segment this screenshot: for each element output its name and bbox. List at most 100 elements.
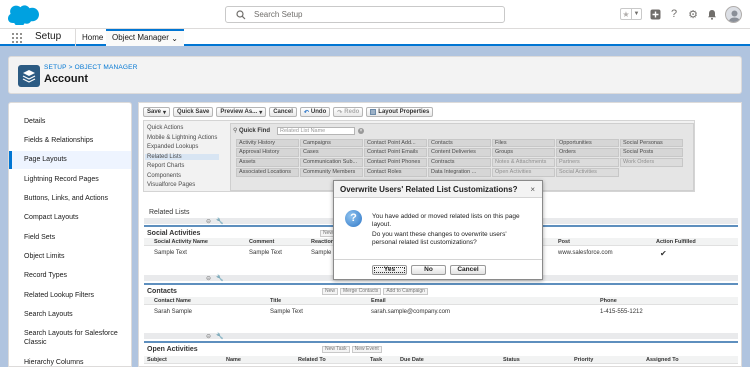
merge-contacts-button: Merge Contacts	[340, 288, 382, 295]
help-icon[interactable]: ?	[668, 8, 680, 20]
palette-field[interactable]: Open Activities	[492, 167, 555, 177]
sidebar-item-details[interactable]: Details	[9, 117, 131, 126]
table-header: Subject Name Related To Task Due Date St…	[144, 356, 738, 364]
palette-field[interactable]: Contracts	[428, 158, 491, 167]
undo-button[interactable]: ↶ Undo	[299, 107, 331, 117]
sidebar-item-label: Search Layouts for Salesforce	[24, 330, 118, 337]
sidebar-item-fields-relationships[interactable]: Fields & Relationships	[9, 136, 131, 145]
quick-find-input[interactable]: Related List Name	[277, 127, 355, 135]
sidebar-item-compact-layouts[interactable]: Compact Layouts	[9, 213, 131, 222]
cell: sarah.sample@company.com	[371, 309, 451, 315]
palette-category[interactable]: Expanded Lookups	[147, 144, 198, 150]
related-lists-heading: Related Lists	[149, 209, 190, 216]
cancel-button[interactable]: Cancel	[269, 107, 297, 117]
palette-field[interactable]: Contact Point Emails	[364, 148, 427, 158]
palette-field[interactable]: Campaigns	[300, 138, 363, 148]
palette-field[interactable]: Associated Locations	[236, 167, 299, 177]
breadcrumb-object-manager[interactable]: OBJECT MANAGER	[75, 64, 138, 71]
column-header: Status	[503, 357, 520, 363]
dialog-footer: Yes No Cancel	[334, 259, 542, 279]
palette-field[interactable]: Assets	[236, 158, 299, 167]
redo-icon: ↷	[337, 109, 343, 116]
cell: Sample Text	[249, 250, 282, 256]
palette-field[interactable]: Social Posts	[620, 148, 683, 158]
chevron-down-icon[interactable]: ⌄	[171, 34, 178, 43]
palette-category[interactable]: Quick Actions	[147, 125, 183, 131]
star-icon[interactable]: ★	[621, 9, 631, 19]
no-button[interactable]: No	[411, 265, 446, 275]
search-icon: ⚲	[233, 128, 238, 134]
palette-field	[620, 168, 683, 177]
palette-field[interactable]: Communication Sub...	[300, 158, 363, 167]
clear-icon[interactable]: ×	[358, 128, 364, 134]
layout-properties-button[interactable]: Layout Properties	[366, 107, 434, 117]
add-icon[interactable]	[649, 8, 661, 20]
tab-object-manager[interactable]: Object Manager ⌄	[106, 29, 184, 46]
dialog-body: ? You have added or moved related lists …	[334, 199, 542, 259]
quick-save-button[interactable]: Quick Save	[173, 107, 214, 117]
palette-category-selected[interactable]: Related Lists	[145, 153, 219, 160]
yes-button[interactable]: Yes	[372, 265, 407, 275]
palette-field[interactable]: Notes & Attachments	[492, 158, 555, 167]
breadcrumb-setup[interactable]: SETUP	[44, 64, 67, 71]
palette-field[interactable]: Contacts	[428, 138, 491, 148]
column-header: Social Activity Name	[154, 239, 208, 245]
palette-field[interactable]: Activity History	[236, 138, 299, 148]
app-launcher-icon[interactable]	[12, 33, 22, 43]
palette-category[interactable]: Components	[147, 173, 181, 179]
section-contacts[interactable]: Contacts New Merge Contacts Add to Campa…	[144, 283, 738, 320]
palette-field[interactable]: Approval History	[236, 148, 299, 158]
sidebar-item-field-sets[interactable]: Field Sets	[9, 233, 131, 242]
favorites-control[interactable]: ★ ▼	[620, 8, 642, 20]
sidebar-item-related-lookup-filters[interactable]: Related Lookup Filters	[9, 291, 131, 300]
palette-field[interactable]: Opportunities	[556, 138, 619, 148]
sidebar-item-buttons-links-actions[interactable]: Buttons, Links, and Actions	[9, 194, 131, 203]
palette-field[interactable]: Contact Point Add...	[364, 138, 427, 148]
sidebar-item-lightning-record-pages[interactable]: Lightning Record Pages	[9, 175, 131, 184]
wrench-icon: 🔧	[216, 219, 224, 225]
gear-icon[interactable]: ⚙	[687, 8, 699, 21]
palette-category[interactable]: Mobile & Lightning Actions	[147, 135, 217, 141]
palette-field[interactable]: Files	[492, 138, 555, 148]
dialog-message: You have added or moved related lists on…	[372, 213, 520, 228]
palette-field[interactable]: Social Personas	[620, 138, 683, 148]
palette-field[interactable]: Cases	[300, 148, 363, 158]
sidebar-item-search-layouts-classic[interactable]: Search Layouts for Salesforce Classic	[9, 329, 131, 347]
column-header: Assigned To	[646, 357, 679, 363]
undo-icon: ↶	[303, 109, 309, 116]
column-header: Phone	[600, 298, 617, 304]
salesforce-logo[interactable]	[8, 4, 39, 25]
setup-search-input[interactable]: Search Setup	[225, 6, 505, 23]
palette-field[interactable]: Groups	[492, 148, 555, 158]
sidebar-item-object-limits[interactable]: Object Limits	[9, 252, 131, 261]
app-nav-bar: Setup Home Object Manager ⌄	[0, 29, 750, 46]
palette-category[interactable]: Report Charts	[147, 163, 184, 169]
bell-icon[interactable]	[706, 8, 718, 20]
sidebar-item-record-types[interactable]: Record Types	[9, 271, 131, 280]
save-button[interactable]: Save ▾	[143, 107, 171, 117]
dropdown-icon[interactable]: ▼	[631, 9, 641, 19]
palette-field[interactable]: Orders	[556, 148, 619, 158]
column-header: Post	[558, 239, 570, 245]
palette-field[interactable]: Work Orders	[620, 158, 683, 167]
palette-field[interactable]: Partners	[556, 158, 619, 167]
sidebar-item-hierarchy-columns[interactable]: Hierarchy Columns	[9, 358, 131, 366]
palette-field[interactable]: Content Deliveries	[428, 148, 491, 158]
palette-field[interactable]: Contact Roles	[364, 167, 427, 177]
dialog-cancel-button[interactable]: Cancel	[450, 265, 486, 275]
palette-field[interactable]: Data Integration ...	[428, 167, 491, 177]
avatar[interactable]	[725, 5, 742, 23]
section-open-activities[interactable]: Open Activities New Task New Event Subje…	[144, 341, 738, 366]
close-icon[interactable]: ×	[530, 185, 535, 194]
palette-field[interactable]: Contact Point Phones	[364, 158, 427, 167]
tab-home[interactable]: Home	[75, 29, 109, 46]
sidebar-item-search-layouts[interactable]: Search Layouts	[9, 310, 131, 319]
sidebar-item-page-layouts[interactable]: Page Layouts	[9, 151, 131, 169]
palette-category[interactable]: Visualforce Pages	[147, 182, 195, 188]
column-header: Reaction	[311, 239, 335, 245]
palette-field[interactable]: Community Members	[300, 167, 363, 177]
palette-field[interactable]: Social Activities	[556, 167, 619, 177]
redo-button[interactable]: ↷ Redo	[333, 107, 364, 117]
section-drag-bar[interactable]: ⊖ 🔧	[144, 333, 738, 340]
preview-as-button[interactable]: Preview As... ▾	[216, 107, 267, 117]
